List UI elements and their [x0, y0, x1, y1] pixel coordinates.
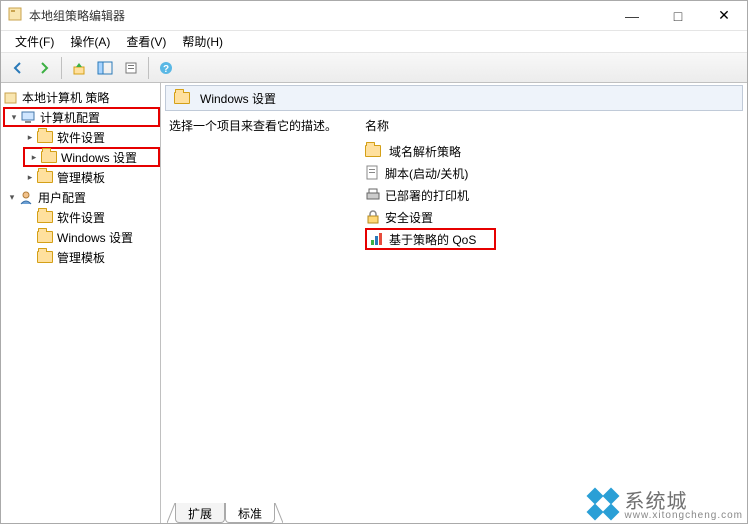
toolbar-separator — [148, 57, 149, 79]
main-area: 本地计算机 策略 ▾ 计算机配置 ▸ 软件设置 ▸ — [1, 83, 747, 523]
list-item-qos[interactable]: 基于策略的 QoS — [365, 228, 496, 250]
toolbar: ? — [1, 53, 747, 83]
tree-label: 管理模板 — [57, 249, 105, 266]
tree-computer-config[interactable]: ▾ 计算机配置 — [7, 107, 100, 127]
watermark-url: www.xitongcheng.com — [625, 510, 744, 521]
list-label: 已部署的打印机 — [385, 187, 469, 204]
forward-button[interactable] — [31, 55, 57, 81]
folder-icon — [37, 131, 53, 143]
title-bar: 本地组策略编辑器 — □ ✕ — [1, 1, 747, 31]
back-button[interactable] — [5, 55, 31, 81]
folder-icon — [41, 151, 57, 163]
folder-icon — [37, 171, 53, 183]
tree-admin-templates[interactable]: ▸ 管理模板 — [1, 167, 160, 187]
expander-icon[interactable]: ▾ — [7, 110, 21, 124]
expander-icon[interactable]: ▸ — [23, 130, 37, 144]
list-label: 安全设置 — [385, 209, 433, 226]
tree-label: 软件设置 — [57, 209, 105, 226]
tree-user-windows[interactable]: Windows 设置 — [1, 227, 160, 247]
tree-user-admin[interactable]: 管理模板 — [1, 247, 160, 267]
tree-label: 软件设置 — [57, 129, 105, 146]
watermark-logo — [587, 488, 617, 518]
tree-label: Windows 设置 — [57, 229, 133, 246]
computer-icon — [21, 110, 36, 125]
policy-icon — [3, 90, 18, 105]
tree-software-settings[interactable]: ▸ 软件设置 — [1, 127, 160, 147]
list-item-scripts[interactable]: 脚本(启动/关机) — [365, 162, 743, 184]
up-button[interactable] — [66, 55, 92, 81]
window-controls: — □ ✕ — [609, 1, 747, 30]
tab-standard[interactable]: 标准 — [225, 503, 275, 523]
lock-icon — [365, 209, 381, 225]
highlight-computer-config: ▾ 计算机配置 — [3, 107, 160, 127]
menu-action[interactable]: 操作(A) — [62, 31, 118, 52]
list-item-dns[interactable]: 域名解析策略 — [365, 140, 743, 162]
maximize-button[interactable]: □ — [655, 1, 701, 30]
tree-label: 计算机配置 — [40, 109, 100, 126]
tree-label: 管理模板 — [57, 169, 105, 186]
tree-label: 用户配置 — [38, 189, 86, 206]
listing-column: 名称 域名解析策略 脚本(启动/关机) 已部署的打印机 — [365, 117, 743, 523]
close-button[interactable]: ✕ — [701, 1, 747, 30]
expander-icon[interactable]: ▸ — [23, 170, 37, 184]
tab-extended[interactable]: 扩展 — [175, 503, 225, 523]
watermark: 系统城 www.xitongcheng.com — [587, 485, 744, 521]
minimize-button[interactable]: — — [609, 1, 655, 30]
menu-help[interactable]: 帮助(H) — [174, 31, 231, 52]
printer-icon — [365, 187, 381, 203]
folder-icon — [37, 231, 53, 243]
qos-icon — [369, 231, 385, 247]
show-hide-tree-button[interactable] — [92, 55, 118, 81]
menu-view[interactable]: 查看(V) — [118, 31, 174, 52]
tree-label: Windows 设置 — [61, 149, 137, 166]
content-pane: Windows 设置 选择一个项目来查看它的描述。 名称 域名解析策略 脚本(启… — [161, 83, 747, 523]
column-header-name[interactable]: 名称 — [365, 117, 743, 140]
list-label: 脚本(启动/关机) — [385, 165, 468, 182]
tree-user-software[interactable]: 软件设置 — [1, 207, 160, 227]
list-item-security[interactable]: 安全设置 — [365, 206, 743, 228]
list-label: 域名解析策略 — [389, 143, 461, 160]
tree-root[interactable]: 本地计算机 策略 — [1, 87, 160, 107]
content-body: 选择一个项目来查看它的描述。 名称 域名解析策略 脚本(启动/关机) — [161, 117, 747, 523]
description-column: 选择一个项目来查看它的描述。 — [165, 117, 345, 523]
user-icon — [19, 190, 34, 205]
menu-bar: 文件(F) 操作(A) 查看(V) 帮助(H) — [1, 31, 747, 53]
highlight-windows-settings: ▸ Windows 设置 — [23, 147, 160, 167]
menu-file[interactable]: 文件(F) — [7, 31, 62, 52]
tree-user-config[interactable]: ▾ 用户配置 — [1, 187, 160, 207]
list-item-printers[interactable]: 已部署的打印机 — [365, 184, 743, 206]
folder-icon — [365, 145, 381, 157]
app-icon — [7, 6, 23, 25]
properties-button[interactable] — [118, 55, 144, 81]
list-label: 基于策略的 QoS — [389, 231, 476, 248]
expander-icon[interactable]: ▸ — [27, 150, 41, 164]
folder-icon — [37, 211, 53, 223]
help-button[interactable]: ? — [153, 55, 179, 81]
bottom-tabs: 扩展 标准 — [161, 499, 283, 523]
folder-icon — [37, 251, 53, 263]
tree-pane: 本地计算机 策略 ▾ 计算机配置 ▸ 软件设置 ▸ — [1, 83, 161, 523]
toolbar-separator — [61, 57, 62, 79]
svg-text:?: ? — [163, 64, 169, 75]
window-title: 本地组策略编辑器 — [29, 7, 609, 24]
tree-windows-settings[interactable]: ▸ Windows 设置 — [27, 147, 137, 167]
folder-icon — [174, 92, 190, 104]
expander-icon[interactable]: ▾ — [5, 190, 19, 204]
content-title: Windows 设置 — [200, 90, 276, 107]
content-header: Windows 设置 — [165, 85, 743, 111]
script-icon — [365, 165, 381, 181]
instruction-text: 选择一个项目来查看它的描述。 — [169, 119, 337, 133]
tree-label: 本地计算机 策略 — [22, 89, 109, 106]
